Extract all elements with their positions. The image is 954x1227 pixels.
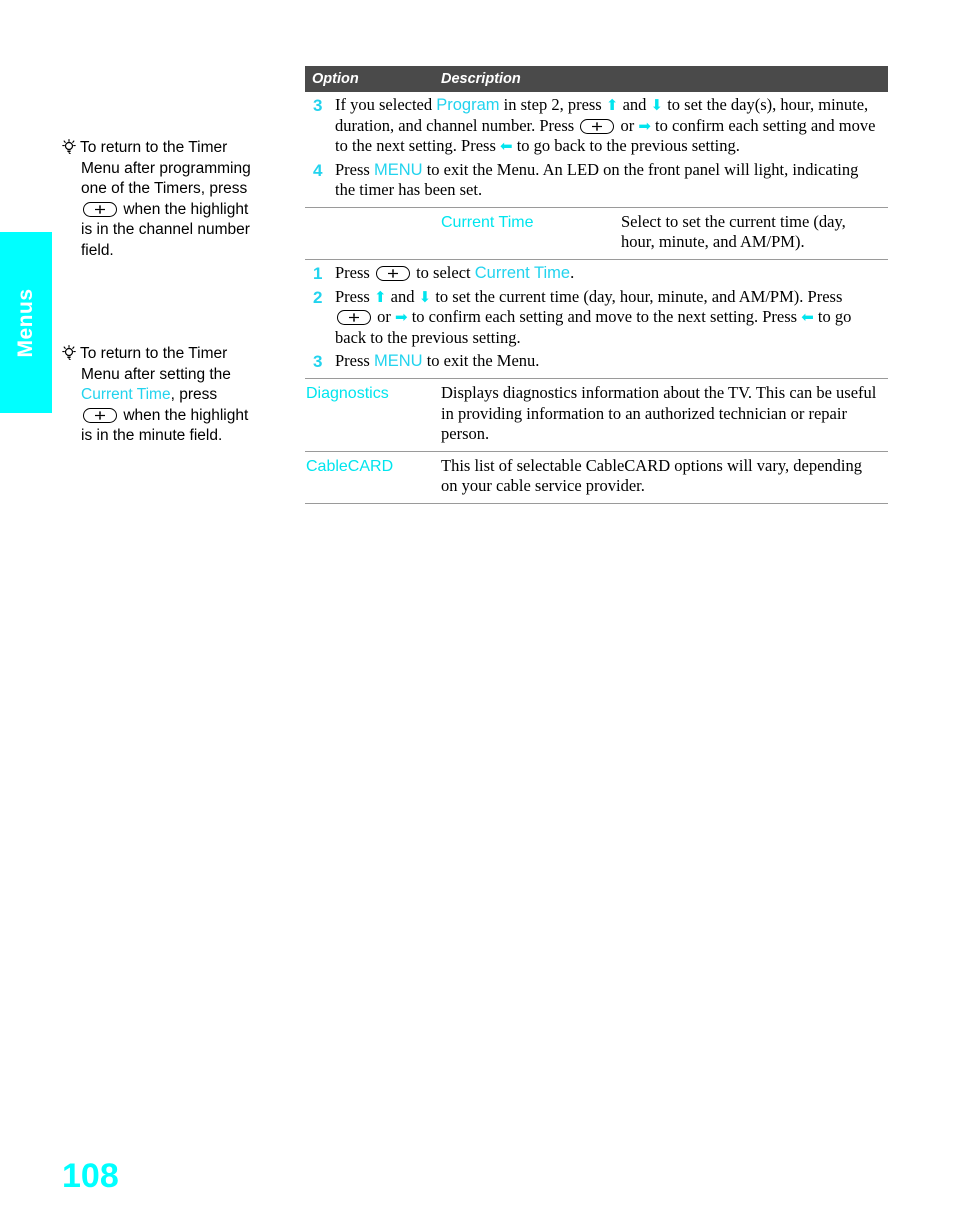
tip-note-2-line4: when the highlight <box>123 406 249 424</box>
tip-note-2-line3: , press <box>170 386 218 403</box>
procedure-step: 4 Press MENU to exit the Menu. An LED on … <box>305 159 888 203</box>
tip-note-timer-menu: To return to the Timer Menu after progra… <box>62 138 300 261</box>
arrow-up-icon: ⬆ <box>605 98 619 114</box>
inline-text: to go back to the previous setting. <box>512 136 740 155</box>
inline-text: and <box>386 286 419 306</box>
enter-select-key-icon <box>580 118 615 134</box>
inline-text: If you selected <box>335 95 437 114</box>
step-text: Press ⬆ and ⬇ to set the current time (d… <box>335 287 878 349</box>
tip-note-2-highlight: Current Time <box>81 386 171 403</box>
step-text: Press to select Current Time. <box>335 263 878 284</box>
table-row: Diagnostics Displays diagnostics informat… <box>305 378 888 451</box>
inline-text: to select <box>411 262 475 282</box>
arrow-right-icon: ➡ <box>395 310 408 326</box>
table-row: 1 Press to select Current Time. 2 Press ⬆ a… <box>305 258 888 379</box>
column-header-option: Option <box>312 71 359 87</box>
tip-note-current-time: To return to the Timer Menu after settin… <box>62 344 300 447</box>
tip-note-1-line1: To return to the Timer <box>80 139 228 156</box>
step-text: Press MENU to exit the Menu. An LED on t… <box>335 160 878 201</box>
tip-note-2-line5: is in the minute field. <box>81 427 223 444</box>
table-row: 3 If you selected Program in step 2, pres… <box>305 92 888 207</box>
table-bottom-rule <box>305 502 888 504</box>
inline-text: to set the current time (day, hour, minu… <box>431 286 843 306</box>
inline-text: and <box>618 95 651 114</box>
inline-text: to confirm each setting and move to the … <box>407 307 802 326</box>
table-row: Current Time Select to set the current ti… <box>305 206 888 259</box>
page-number: 108 <box>62 1157 119 1195</box>
inline-term: Program <box>436 96 500 114</box>
arrow-down-icon: ⬇ <box>418 289 432 306</box>
inline-text: Press <box>335 262 374 282</box>
option-description: Displays diagnostics information about t… <box>441 383 877 443</box>
tip-note-1-line3: one of the Timers, press <box>81 180 248 197</box>
table-body: 3 If you selected Program in step 2, pres… <box>305 92 888 503</box>
inline-term: Current Time <box>474 263 571 282</box>
arrow-left-icon: ⬅ <box>499 139 513 155</box>
procedure-step: 2 Press ⬆ and ⬇ to set the current time (… <box>305 286 888 351</box>
table-row: CableCARD This list of selectable CableCA… <box>305 450 888 503</box>
tip-note-1-line5: is in the channel number <box>81 221 250 238</box>
step-number: 3 <box>313 96 323 115</box>
lightbulb-tip-icon <box>62 345 76 361</box>
inline-text: Press <box>335 159 374 179</box>
inline-text: . <box>570 262 575 282</box>
step-text: If you selected Program in step 2, press… <box>335 95 878 157</box>
option-description: Select to set the current time (day, hou… <box>621 211 846 252</box>
column-header-description: Description <box>441 71 521 87</box>
enter-select-key-icon <box>337 310 371 325</box>
inline-text: Press <box>335 351 374 370</box>
arrow-left-icon: ⬅ <box>801 310 814 326</box>
step-number: 3 <box>313 352 323 371</box>
procedure-step: 3 Press MENU to exit the Menu. <box>305 350 888 374</box>
tip-note-1-line4: when the highlight <box>123 200 249 218</box>
option-description: This list of selectable CableCARD option… <box>441 455 862 496</box>
tip-note-2-line1: To return to the Timer <box>80 345 228 362</box>
step-number: 2 <box>313 287 323 307</box>
arrow-up-icon: ⬆ <box>373 289 387 306</box>
inline-text: to exit the Menu. <box>422 351 540 370</box>
step-text: Press MENU to exit the Menu. <box>335 351 878 372</box>
inline-text: or <box>373 307 395 326</box>
inline-text: or <box>616 115 639 135</box>
procedure-step: 3 If you selected Program in step 2, pres… <box>305 94 888 159</box>
lightbulb-tip-icon <box>62 139 76 155</box>
enter-select-key-icon <box>83 201 117 217</box>
step-number: 1 <box>313 263 323 283</box>
tip-note-1-line2: Menu after programming <box>81 159 251 177</box>
procedure-step: 1 Press to select Current Time. <box>305 262 888 286</box>
inline-text: in step 2, press <box>499 95 606 114</box>
enter-select-key-icon <box>83 407 117 423</box>
option-name: Current Time <box>441 213 534 231</box>
inline-term: MENU <box>373 352 423 370</box>
section-tab-menus: Menus <box>0 232 52 413</box>
inline-text: Press <box>335 286 374 306</box>
step-number: 4 <box>313 160 323 180</box>
arrow-right-icon: ➡ <box>638 118 651 135</box>
enter-select-key-icon <box>375 265 410 281</box>
option-name: Diagnostics <box>306 385 389 402</box>
tip-note-1-line6: field. <box>81 241 114 259</box>
section-tab-label: Menus <box>14 287 37 358</box>
option-name: CableCARD <box>306 457 394 475</box>
inline-term: MENU <box>373 160 423 179</box>
table-header-row: Option Description <box>305 66 888 92</box>
options-table: Option Description 3 If you selected Prog… <box>305 66 888 504</box>
tip-note-2-line2: Menu after setting the <box>81 365 231 383</box>
arrow-down-icon: ⬇ <box>650 98 664 114</box>
